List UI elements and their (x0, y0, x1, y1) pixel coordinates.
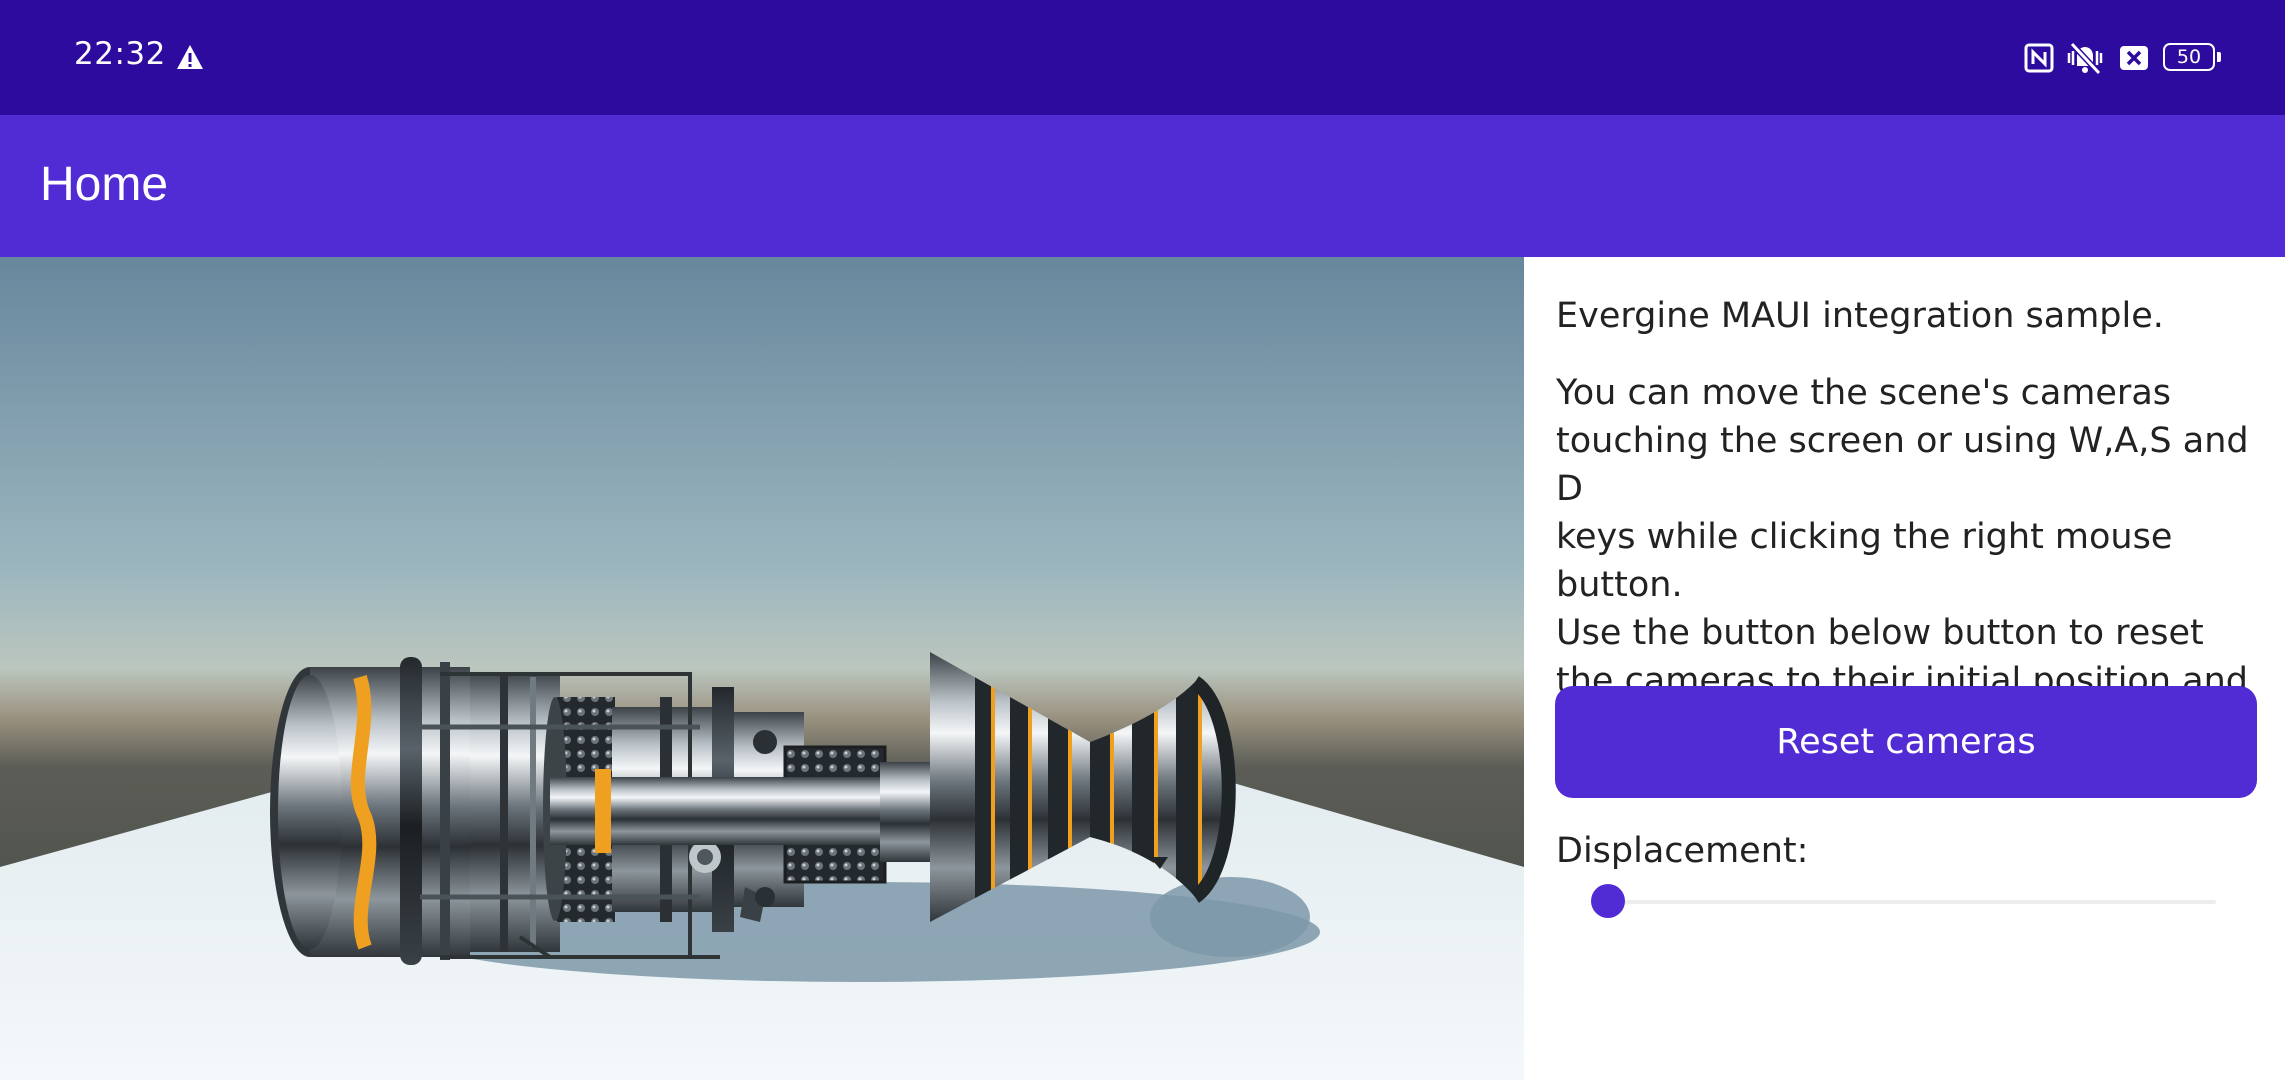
slider-thumb[interactable] (1591, 884, 1626, 918)
nfc-icon (2024, 43, 2054, 73)
reset-cameras-button[interactable]: Reset cameras (1555, 686, 2257, 798)
app-bar: Home (0, 115, 2285, 257)
status-bar: 22:32 50 (0, 0, 2285, 115)
engine-scene[interactable] (0, 257, 1524, 1080)
page-title: Home (40, 158, 169, 211)
battery-icon: 50 (2163, 43, 2221, 71)
side-panel: Evergine MAUI integration sample. You ca… (1524, 257, 2285, 1080)
vibrate-off-icon (2067, 41, 2103, 76)
intro-text: Evergine MAUI integration sample. (1556, 296, 2164, 336)
displacement-slider[interactable] (1596, 900, 2216, 904)
xbox-icon (2120, 46, 2148, 70)
displacement-label: Displacement: (1556, 831, 1809, 871)
3d-scene-viewport[interactable] (0, 257, 1524, 1080)
status-time: 22:32 (74, 36, 166, 72)
warning-icon (177, 45, 203, 69)
